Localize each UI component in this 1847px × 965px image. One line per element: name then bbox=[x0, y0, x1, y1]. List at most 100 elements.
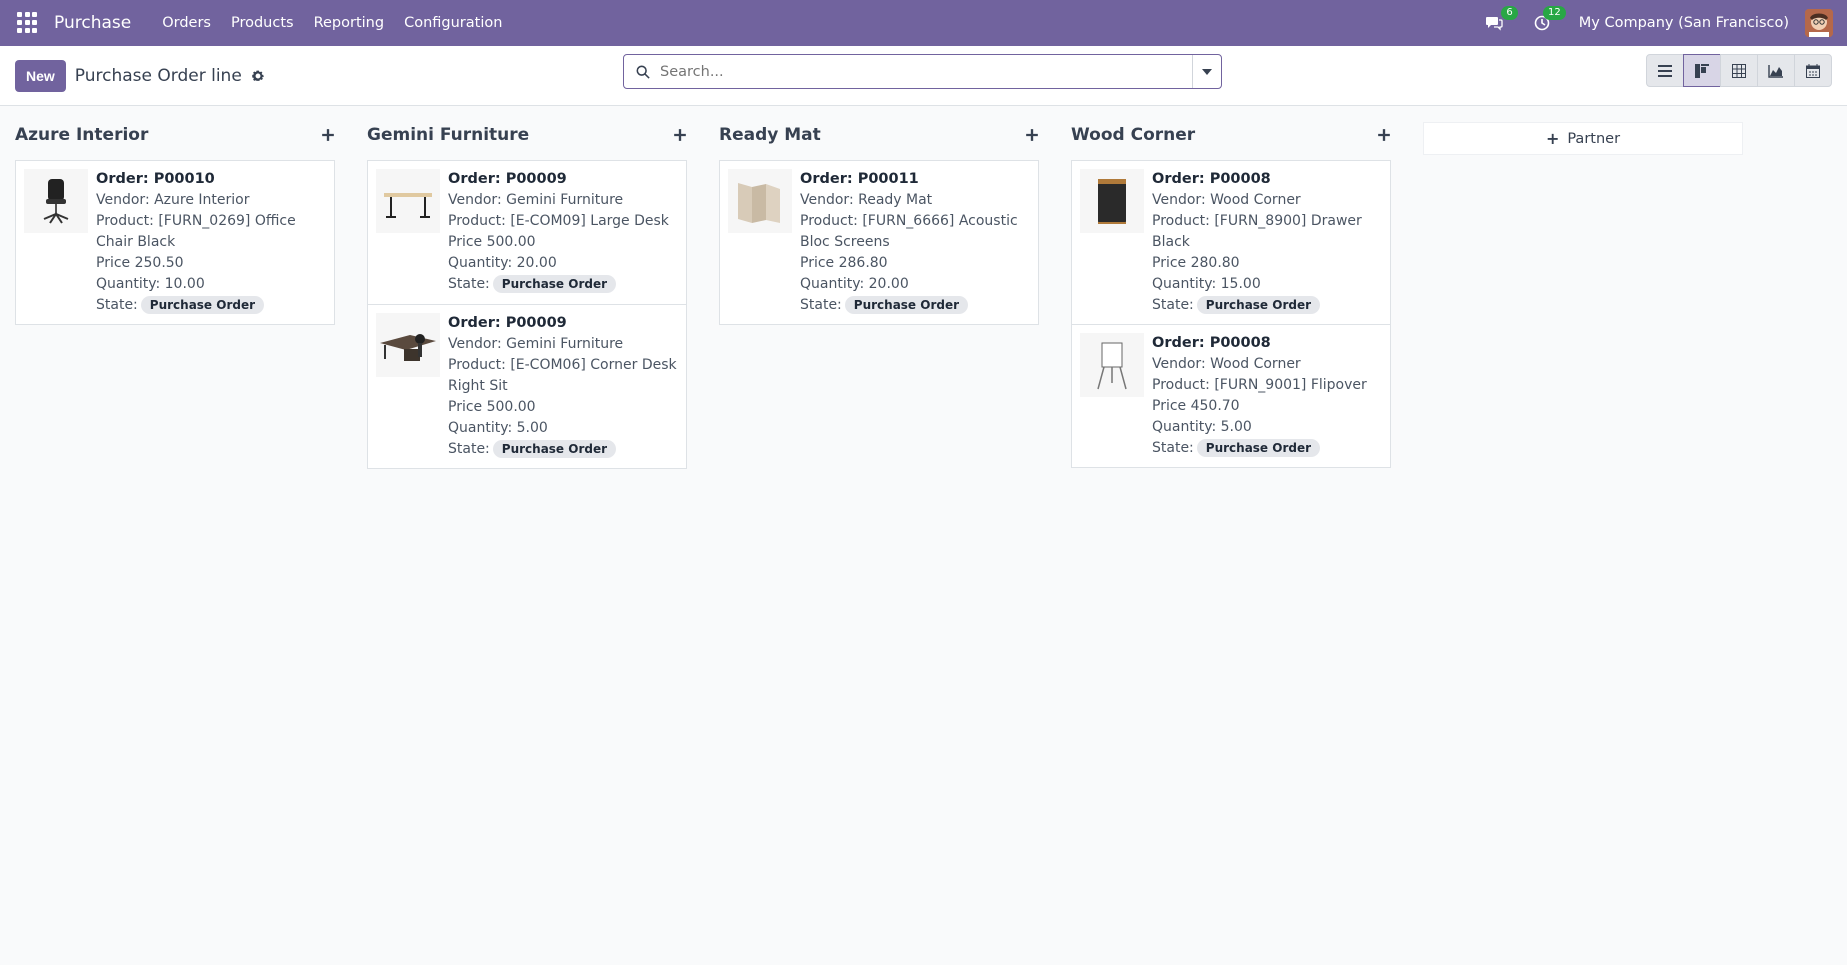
status-badge: Purchase Order bbox=[1196, 296, 1321, 314]
kanban-card[interactable]: Order: P00009 Vendor: Gemini Furniture P… bbox=[367, 160, 687, 304]
menu-orders[interactable]: Orders bbox=[152, 15, 221, 31]
app-title[interactable]: Purchase bbox=[54, 13, 131, 33]
order-ref: Order: P00009 bbox=[448, 171, 567, 187]
state-label: State: bbox=[448, 441, 490, 457]
state-label: State: bbox=[1152, 440, 1194, 456]
status-badge: Purchase Order bbox=[844, 296, 969, 314]
state-row: State: Purchase Order bbox=[1152, 438, 1367, 459]
activities-button[interactable]: 12 bbox=[1529, 6, 1566, 36]
table-icon bbox=[1732, 63, 1746, 78]
column-title[interactable]: Azure Interior bbox=[15, 125, 148, 145]
vendor: Vendor: Wood Corner bbox=[1152, 356, 1301, 372]
price: Price 500.00 bbox=[448, 399, 536, 415]
menu-reporting[interactable]: Reporting bbox=[304, 15, 395, 31]
order-ref: Order: P00009 bbox=[448, 315, 567, 331]
apps-menu-icon[interactable] bbox=[17, 12, 39, 34]
calendar-view-button[interactable] bbox=[1794, 54, 1832, 87]
state-row: State: Purchase Order bbox=[448, 439, 678, 460]
column-title[interactable]: Ready Mat bbox=[719, 125, 821, 145]
price: Price 286.80 bbox=[800, 255, 888, 271]
price: Price 280.80 bbox=[1152, 255, 1240, 271]
plus-icon[interactable] bbox=[321, 128, 335, 142]
user-avatar[interactable] bbox=[1805, 9, 1833, 37]
quantity: Quantity: 20.00 bbox=[800, 276, 909, 292]
caret-down-icon bbox=[1202, 68, 1212, 75]
plus-icon[interactable] bbox=[673, 128, 687, 142]
view-switcher bbox=[1646, 54, 1832, 87]
column-header: Ready Mat bbox=[719, 119, 1039, 150]
column-header: Azure Interior bbox=[15, 119, 335, 150]
main-menu: Orders Products Reporting Configuration bbox=[152, 15, 512, 31]
product: Product: [E-COM06] Corner Desk Right Sit bbox=[448, 357, 677, 394]
column-title[interactable]: Gemini Furniture bbox=[367, 125, 529, 145]
order-ref: Order: P00010 bbox=[96, 171, 215, 187]
kanban-card[interactable]: Order: P00009 Vendor: Gemini Furniture P… bbox=[367, 304, 687, 469]
plus-icon[interactable] bbox=[1025, 128, 1039, 142]
product: Product: [FURN_8900] Drawer Black bbox=[1152, 213, 1362, 250]
product: Product: [E-COM09] Large Desk bbox=[448, 213, 669, 229]
price: Price 450.70 bbox=[1152, 398, 1240, 414]
messages-button[interactable]: 6 bbox=[1481, 6, 1518, 36]
new-button[interactable]: New bbox=[15, 59, 66, 92]
menu-products[interactable]: Products bbox=[221, 15, 304, 31]
state-label: State: bbox=[1152, 297, 1194, 313]
quantity: Quantity: 15.00 bbox=[1152, 276, 1261, 292]
kanban-card[interactable]: Order: P00008 Vendor: Wood Corner Produc… bbox=[1071, 324, 1391, 468]
activities-count-badge: 12 bbox=[1543, 6, 1566, 20]
product-image-large-desk bbox=[376, 169, 440, 233]
price: Price 250.50 bbox=[96, 255, 184, 271]
plus-icon: + bbox=[1545, 129, 1560, 148]
status-badge: Purchase Order bbox=[492, 440, 617, 458]
state-label: State: bbox=[800, 297, 842, 313]
vendor: Vendor: Wood Corner bbox=[1152, 192, 1301, 208]
state-row: State: Purchase Order bbox=[96, 295, 326, 316]
product-image-acoustic-screens bbox=[728, 169, 792, 233]
status-badge: Purchase Order bbox=[1196, 439, 1321, 457]
company-switcher[interactable]: My Company (San Francisco) bbox=[1579, 15, 1789, 31]
kanban-card[interactable]: Order: P00008 Vendor: Wood Corner Produc… bbox=[1071, 160, 1391, 324]
quantity: Quantity: 5.00 bbox=[448, 420, 548, 436]
top-navbar: Purchase Orders Products Reporting Confi… bbox=[0, 0, 1847, 46]
list-view-button[interactable] bbox=[1646, 54, 1684, 87]
status-badge: Purchase Order bbox=[140, 296, 265, 314]
kanban-view-button[interactable] bbox=[1683, 54, 1721, 87]
quantity: Quantity: 20.00 bbox=[448, 255, 557, 271]
messages-count-badge: 6 bbox=[1501, 6, 1518, 20]
graph-view-button[interactable] bbox=[1757, 54, 1795, 87]
vendor: Vendor: Gemini Furniture bbox=[448, 336, 624, 352]
state-row: State: Purchase Order bbox=[1152, 295, 1382, 316]
product-image-office-chair bbox=[24, 169, 88, 233]
state-label: State: bbox=[448, 276, 490, 292]
kanban-column-azure-interior: Azure Interior Order: P00010 Vendor: Azu… bbox=[15, 119, 335, 469]
add-column-button[interactable]: + Partner bbox=[1423, 122, 1743, 155]
breadcrumb-title: Purchase Order line bbox=[74, 65, 242, 86]
menu-configuration[interactable]: Configuration bbox=[394, 15, 512, 31]
kanban-card[interactable]: Order: P00010 Vendor: Azure Interior Pro… bbox=[15, 160, 335, 325]
search-bar bbox=[623, 54, 1222, 89]
state-row: State: Purchase Order bbox=[800, 295, 1030, 316]
price: Price 500.00 bbox=[448, 234, 536, 250]
control-panel: New Purchase Order line bbox=[0, 46, 1847, 106]
product: Product: [FURN_9001] Flipover bbox=[1152, 377, 1367, 393]
search-input[interactable] bbox=[660, 63, 1192, 80]
area-chart-icon bbox=[1768, 64, 1783, 78]
search-options-toggle[interactable] bbox=[1192, 55, 1221, 88]
card-body: Order: P00008 Vendor: Wood Corner Produc… bbox=[1152, 333, 1367, 459]
state-row: State: Purchase Order bbox=[448, 274, 669, 295]
kanban-card[interactable]: Order: P00011 Vendor: Ready Mat Product:… bbox=[719, 160, 1039, 325]
kanban-column-wood-corner: Wood Corner Order: P00008 Vendor: Wood C… bbox=[1071, 119, 1391, 469]
gear-icon[interactable] bbox=[251, 69, 265, 83]
product-image-corner-desk bbox=[376, 313, 440, 377]
column-header: Wood Corner bbox=[1071, 119, 1391, 150]
card-body: Order: P00008 Vendor: Wood Corner Produc… bbox=[1152, 169, 1382, 316]
order-ref: Order: P00008 bbox=[1152, 335, 1271, 351]
order-ref: Order: P00008 bbox=[1152, 171, 1271, 187]
column-title[interactable]: Wood Corner bbox=[1071, 125, 1195, 145]
order-ref: Order: P00011 bbox=[800, 171, 919, 187]
list-icon bbox=[1658, 64, 1672, 77]
pivot-view-button[interactable] bbox=[1720, 54, 1758, 87]
systray: 6 12 My Company (San Francisco) bbox=[1481, 6, 1833, 37]
kanban-icon bbox=[1695, 63, 1709, 78]
plus-icon[interactable] bbox=[1377, 128, 1391, 142]
kanban-column-gemini-furniture: Gemini Furniture Order: P00009 Vendor: G… bbox=[367, 119, 687, 469]
